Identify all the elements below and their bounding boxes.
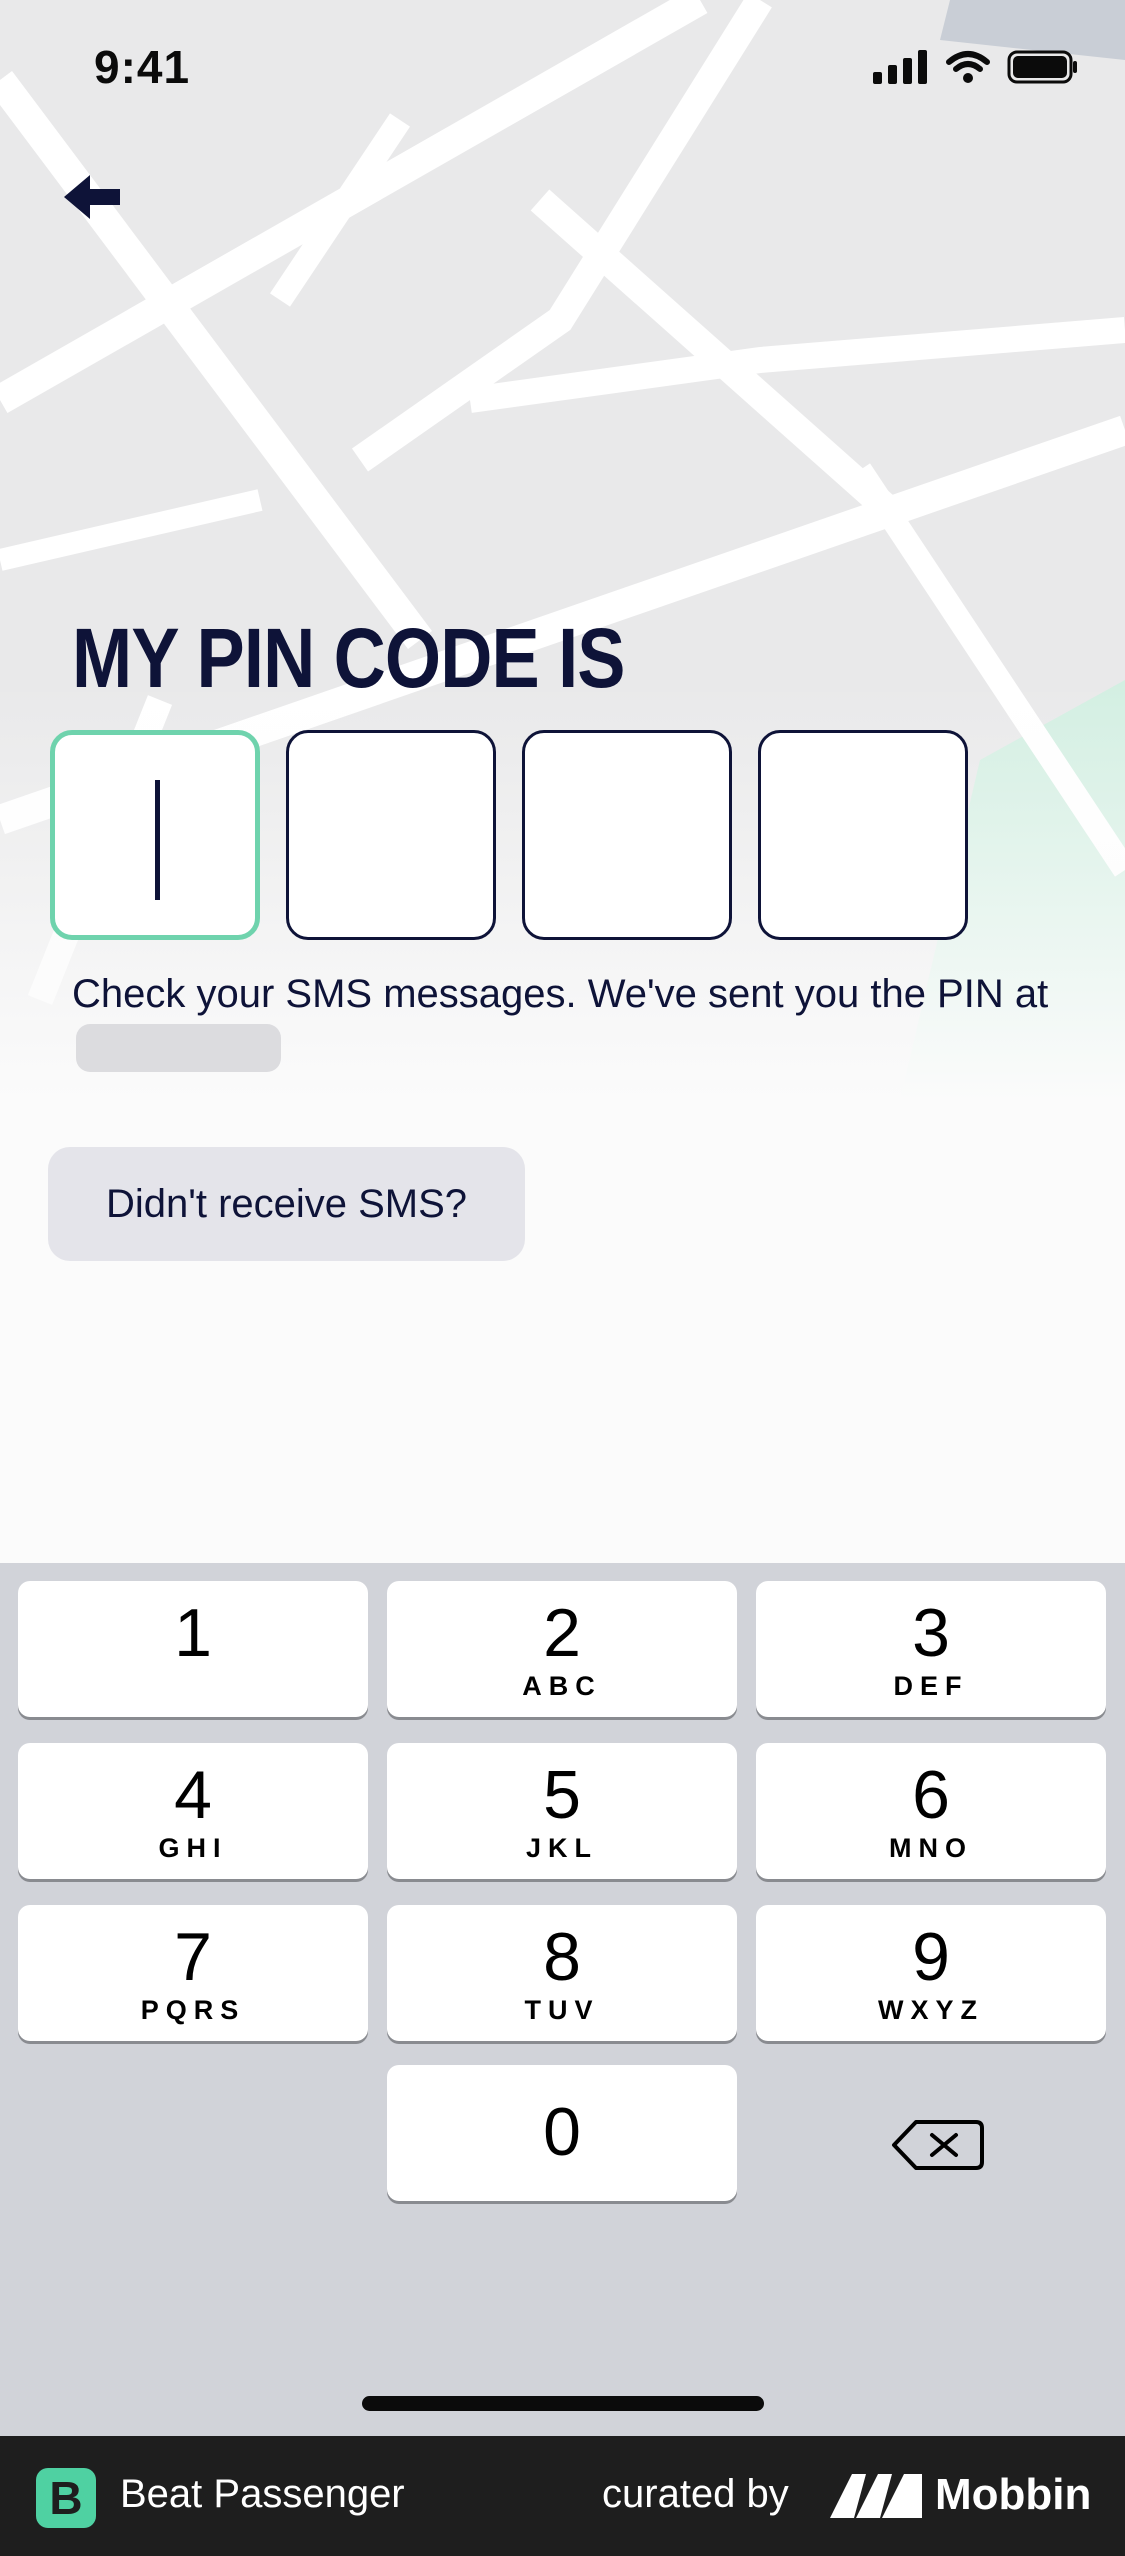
home-indicator — [362, 2396, 764, 2411]
key-2[interactable]: 2 ABC — [387, 1581, 737, 1717]
key-digit: 9 — [912, 1919, 950, 1995]
signal-icon — [873, 50, 927, 84]
key-1[interactable]: 1 — [18, 1581, 368, 1717]
pin-digit-4[interactable] — [758, 730, 968, 940]
backspace-icon[interactable] — [876, 2100, 1000, 2190]
key-3[interactable]: 3 DEF — [756, 1581, 1106, 1717]
key-letters: MNO — [889, 1833, 973, 1863]
helper-text: Check your SMS messages. We've sent you … — [72, 968, 1072, 1073]
pin-input-group[interactable] — [50, 730, 968, 940]
key-digit: 5 — [543, 1757, 581, 1833]
key-6[interactable]: 6 MNO — [756, 1743, 1106, 1879]
key-letters: ABC — [522, 1671, 602, 1701]
key-letters: GHI — [158, 1833, 228, 1863]
status-time: 9:41 — [94, 41, 191, 93]
key-7[interactable]: 7 PQRS — [18, 1905, 368, 2041]
pin-digit-3[interactable] — [522, 730, 732, 940]
key-digit: 7 — [174, 1919, 212, 1995]
mobbin-logo-icon — [830, 2474, 922, 2518]
key-9[interactable]: 9 WXYZ — [756, 1905, 1106, 2041]
key-letters: JKL — [525, 1833, 598, 1863]
app-logo: B — [36, 2468, 96, 2528]
key-digit: 2 — [543, 1595, 581, 1671]
footer-app-name: Beat Passenger — [120, 2472, 405, 2516]
key-letters: WXYZ — [878, 1995, 984, 2025]
key-5[interactable]: 5 JKL — [387, 1743, 737, 1879]
footer-curated-by: curated by — [602, 2472, 789, 2516]
key-letters: PQRS — [140, 1995, 246, 2025]
key-4[interactable]: 4 GHI — [18, 1743, 368, 1879]
status-bar: 9:41 — [0, 0, 1125, 140]
key-8[interactable]: 8 TUV — [387, 1905, 737, 2041]
footer-brand: Mobbin — [935, 2470, 1092, 2519]
battery-icon — [1007, 50, 1077, 84]
key-digit: 0 — [543, 2094, 581, 2170]
key-digit: 8 — [543, 1919, 581, 1995]
pin-digit-1[interactable] — [50, 730, 260, 940]
key-letters: DEF — [893, 1671, 969, 1701]
redacted-phone-number — [76, 1024, 281, 1073]
key-0[interactable]: 0 — [387, 2065, 737, 2201]
helper-text-message: Check your SMS messages. We've sent you … — [72, 972, 1049, 1016]
back-arrow-icon[interactable] — [60, 165, 130, 235]
resend-sms-button[interactable]: Didn't receive SMS? — [48, 1147, 525, 1261]
pin-digit-2[interactable] — [286, 730, 496, 940]
key-letters: TUV — [524, 1995, 600, 2025]
key-digit: 4 — [174, 1757, 212, 1833]
key-digit: 1 — [174, 1595, 212, 1671]
text-cursor — [155, 780, 160, 900]
key-digit: 6 — [912, 1757, 950, 1833]
wifi-icon — [946, 51, 990, 83]
key-digit: 3 — [912, 1595, 950, 1671]
page-title: MY PIN CODE IS — [72, 611, 625, 705]
